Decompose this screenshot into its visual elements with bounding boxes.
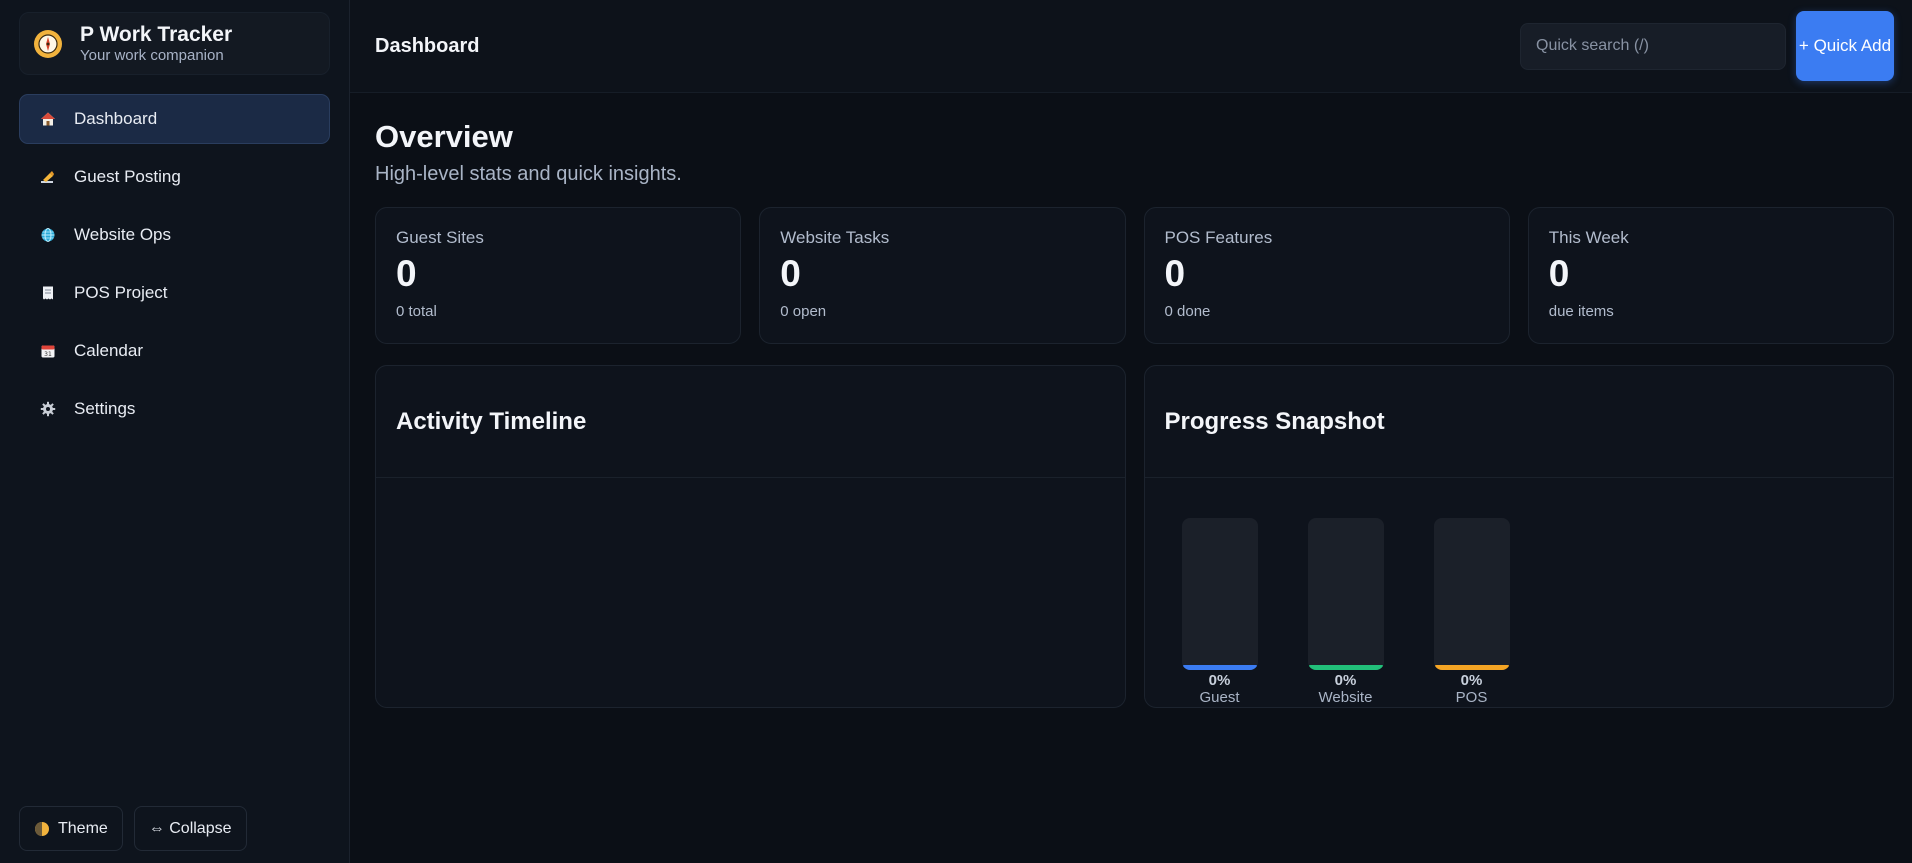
page-title: Dashboard [375, 34, 480, 57]
brand-subtitle: Your work companion [80, 46, 224, 64]
bar-fill [1181, 665, 1258, 670]
progress-chart: 0% Guest 0% Website 0% POS [1145, 478, 1894, 707]
sidebar-nav: Dashboard Guest Posting Website Ops POS … [19, 94, 330, 434]
stat-value: 0 [396, 253, 417, 294]
sidebar-item-label: Settings [74, 399, 136, 418]
collapse-button[interactable]: ⇔ Collapse [133, 806, 247, 851]
brand: P Work Tracker Your work companion [19, 12, 330, 75]
sidebar-item-website-ops[interactable]: Website Ops [19, 210, 330, 260]
sidebar-item-guest-posting[interactable]: Guest Posting [19, 152, 330, 202]
half-moon-icon [34, 821, 50, 837]
receipt-icon [40, 285, 56, 301]
sidebar-item-label: Dashboard [74, 109, 158, 128]
bar-value-label: 0% [1460, 672, 1483, 689]
topbar: Dashboard + Quick Add [350, 0, 1912, 93]
stat-card-website-tasks: Website Tasks 0 0 open [759, 207, 1126, 344]
sidebar-item-calendar[interactable]: 31 Calendar [19, 326, 330, 376]
sidebar-item-dashboard[interactable]: Dashboard [19, 94, 330, 144]
main-content: Dashboard + Quick Add Overview High-leve… [350, 0, 1912, 863]
globe-icon [40, 227, 56, 243]
stat-label: POS Features [1164, 228, 1273, 247]
stat-meta: due items [1548, 303, 1614, 320]
stat-label: This Week [1548, 228, 1629, 247]
sidebar-item-settings[interactable]: Settings [19, 384, 330, 434]
bar-track [1181, 518, 1258, 670]
overview-subtitle: High-level stats and quick insights. [375, 163, 682, 185]
house-icon [40, 111, 56, 127]
progress-bar-website: 0% Website [1307, 518, 1384, 707]
stat-label: Website Tasks [780, 228, 890, 247]
progress-bar-pos: 0% POS [1433, 518, 1510, 707]
gear-icon [40, 401, 56, 417]
app: P Work Tracker Your work companion Dashb… [0, 0, 1912, 863]
stat-card-pos-features: POS Features 0 0 done [1143, 207, 1510, 344]
panel-title: Activity Timeline [396, 407, 587, 435]
progress-snapshot-panel: Progress Snapshot 0% Guest 0% Website 0% POS [1143, 365, 1894, 708]
compass-icon [34, 29, 62, 58]
bar-value-label: 0% [1208, 672, 1231, 689]
activity-timeline-body [376, 478, 1125, 707]
panel-title: Progress Snapshot [1164, 407, 1385, 435]
search-input[interactable] [1520, 22, 1786, 70]
panel-header: Activity Timeline [376, 366, 1125, 478]
stat-card-guest-sites: Guest Sites 0 0 total [375, 207, 742, 344]
bar-category-label: Website [1318, 689, 1373, 706]
sidebar: P Work Tracker Your work companion Dashb… [0, 0, 350, 863]
sidebar-item-pos-project[interactable]: POS Project [19, 268, 330, 318]
activity-timeline-panel: Activity Timeline [375, 365, 1126, 708]
bar-value-label: 0% [1334, 672, 1357, 689]
stat-meta: 0 open [780, 303, 827, 320]
stats-row: Guest Sites 0 0 total Website Tasks 0 0 … [375, 207, 1894, 344]
sidebar-item-label: POS Project [74, 283, 168, 302]
sidebar-footer: Theme ⇔ Collapse [19, 806, 247, 851]
bar-category-label: Guest [1199, 689, 1240, 706]
stat-card-this-week: This Week 0 due items [1527, 207, 1894, 344]
progress-bar-guest: 0% Guest [1181, 518, 1258, 707]
stat-label: Guest Sites [396, 228, 484, 247]
panel-header: Progress Snapshot [1144, 366, 1893, 478]
collapse-button-label: ⇔ Collapse [148, 819, 232, 837]
theme-button[interactable]: Theme [19, 806, 123, 851]
theme-button-label: Theme [58, 819, 108, 837]
brand-title: P Work Tracker [80, 22, 233, 46]
sidebar-item-label: Guest Posting [74, 167, 181, 186]
stat-meta: 0 done [1164, 303, 1211, 320]
bar-track [1433, 518, 1510, 670]
quick-add-button[interactable]: + Quick Add [1796, 11, 1894, 81]
stat-value: 0 [1164, 253, 1186, 294]
bar-fill [1307, 665, 1384, 670]
calendar-icon: 31 [40, 343, 56, 359]
svg-text:31: 31 [44, 351, 52, 358]
stat-value: 0 [1548, 253, 1570, 294]
overview-section: Overview High-level stats and quick insi… [350, 93, 1912, 708]
writing-hand-icon [40, 169, 56, 185]
panels-row: Activity Timeline Progress Snapshot 0% Gu… [375, 365, 1894, 708]
stat-meta: 0 total [396, 303, 437, 320]
sidebar-item-label: Website Ops [74, 225, 172, 244]
bar-fill [1433, 665, 1510, 670]
bar-category-label: POS [1455, 689, 1488, 706]
overview-title: Overview [375, 119, 513, 154]
sidebar-item-label: Calendar [74, 341, 143, 360]
stat-value: 0 [780, 253, 801, 294]
progress-bars: 0% Guest 0% Website 0% POS [1181, 518, 1510, 707]
bar-track [1307, 518, 1384, 670]
